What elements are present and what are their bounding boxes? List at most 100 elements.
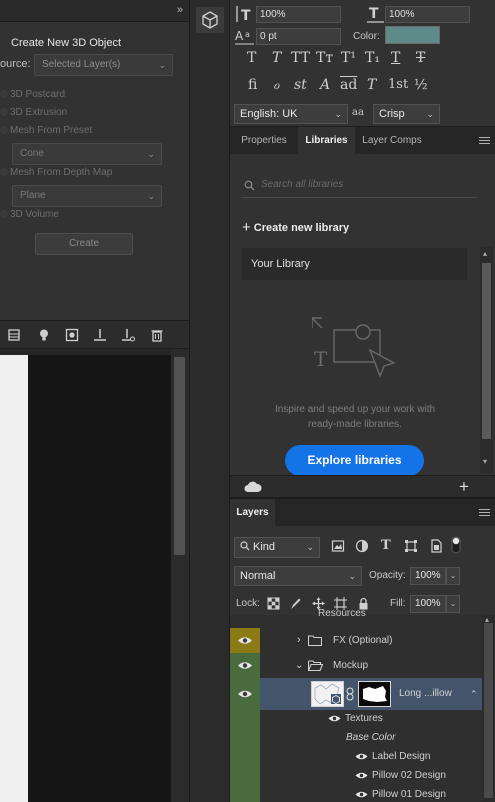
adjustment-layer-filter-icon[interactable] <box>355 539 369 553</box>
underline-button[interactable]: T <box>391 50 400 66</box>
old-style-button[interactable]: ℴ <box>273 77 279 93</box>
layer-row-mockup[interactable]: ⌄ Mockup <box>260 653 482 678</box>
tab-layer-comps[interactable]: Layer Comps <box>355 127 429 154</box>
eye-icon[interactable] <box>355 752 368 761</box>
effects-row-textures[interactable]: Textures <box>260 709 482 728</box>
eye-icon[interactable] <box>355 771 368 780</box>
effects-row-pillow-01[interactable]: Pillow 01 Design <box>260 785 482 802</box>
drop-to-plane-icon[interactable] <box>93 328 107 342</box>
effects-collapse-icon[interactable]: ⌃ <box>470 678 478 710</box>
layer-row-fx-optional[interactable]: › FX (Optional) <box>260 628 482 653</box>
all-caps-button[interactable]: TT <box>291 50 310 66</box>
layer-list[interactable]: Resources › FX (Optional) ⌄ Mockup Long … <box>230 608 495 802</box>
source-dropdown[interactable]: Selected Layer(s) ⌄ <box>34 54 173 76</box>
option-3d-extrusion[interactable]: 3D Extrusion <box>0 107 67 118</box>
layer-row-long-pillow[interactable]: Long ...illow ⌃ <box>260 678 482 710</box>
effects-row-label-design[interactable]: Label Design <box>260 747 482 766</box>
blend-mode-select[interactable]: Normal ⌄ <box>234 566 362 586</box>
canvas-vertical-scrollbar[interactable] <box>171 349 189 802</box>
add-content-icon[interactable]: + <box>459 477 469 497</box>
explore-libraries-button[interactable]: Explore libraries <box>285 445 424 476</box>
depth-map-dropdown[interactable]: Plane ⌄ <box>12 185 162 207</box>
titling-alternates-button[interactable]: T <box>367 77 376 93</box>
eye-column-effects <box>230 710 260 802</box>
scrollbar-thumb[interactable] <box>484 623 493 798</box>
libraries-panel: Properties Libraries Layer Comps Search … <box>230 127 495 497</box>
filter-kind-select[interactable]: Kind ⌄ <box>234 537 320 558</box>
cloud-icon[interactable] <box>244 481 262 493</box>
scroll-down-icon[interactable]: ▾ <box>483 457 487 466</box>
library-item[interactable]: Your Library <box>242 248 467 280</box>
shape-layer-filter-icon[interactable] <box>404 539 418 553</box>
text-color-swatch[interactable] <box>385 26 440 44</box>
create-button[interactable]: Create <box>35 233 133 255</box>
effects-row-base-color[interactable]: Base Color <box>260 728 482 747</box>
chevron-right-icon[interactable]: › <box>297 628 301 653</box>
mask-link-icon[interactable] <box>346 687 354 701</box>
strikethrough-button[interactable]: T <box>416 50 425 66</box>
ligatures-button[interactable]: fi <box>248 77 257 93</box>
panel-menu-icon[interactable] <box>479 509 490 518</box>
eye-icon[interactable] <box>355 790 368 799</box>
panel-menu-icon[interactable] <box>479 137 490 146</box>
vertical-scale-field[interactable]: 100% <box>256 6 341 23</box>
ordinals-button[interactable]: 1st <box>388 77 408 92</box>
layer-row-partial[interactable]: Resources <box>260 601 482 626</box>
language-select[interactable]: English: UK ⌄ <box>234 104 348 124</box>
swash-button[interactable]: A <box>320 77 330 93</box>
faux-italic-button[interactable]: T <box>272 50 281 66</box>
add-light-icon[interactable] <box>121 328 135 342</box>
opacity-chevron-icon[interactable]: ⌄ <box>446 567 460 585</box>
subscript-button[interactable]: T₁ <box>365 50 380 66</box>
layer-mask-thumbnail[interactable] <box>358 681 391 707</box>
superscript-button[interactable]: T¹ <box>341 50 356 66</box>
visibility-toggle[interactable] <box>230 653 260 678</box>
horizontal-scale-field[interactable]: 100% <box>385 6 470 23</box>
effects-row-pillow-02[interactable]: Pillow 02 Design <box>260 766 482 785</box>
font-style-buttons: T T TT Tт T¹ T₁ T T <box>230 50 495 70</box>
small-caps-button[interactable]: Tт <box>316 50 333 66</box>
smart-object-filter-icon[interactable] <box>429 539 443 553</box>
chevron-down-icon[interactable]: ⌄ <box>295 653 303 678</box>
tab-libraries[interactable]: Libraries <box>298 127 355 154</box>
pixel-layer-filter-icon[interactable] <box>331 539 345 553</box>
faux-bold-button[interactable]: T <box>247 50 256 66</box>
filter-scene-icon[interactable] <box>7 328 21 342</box>
option-mesh-from-depth-map[interactable]: Mesh From Depth Map <box>0 167 112 178</box>
3d-panel-button[interactable] <box>196 7 224 33</box>
layer-name: Pillow 01 Design <box>372 789 446 800</box>
option-3d-volume[interactable]: 3D Volume <box>0 209 59 220</box>
search-icon <box>244 180 255 191</box>
discretionary-ligatures-button[interactable]: st <box>294 77 307 93</box>
option-mesh-from-preset[interactable]: Mesh From Preset <box>0 125 92 136</box>
baseline-shift-field[interactable]: 0 pt <box>256 28 341 45</box>
source-dropdown-value: Selected Layer(s) <box>42 59 121 70</box>
anti-alias-select[interactable]: Crisp ⌄ <box>373 104 440 124</box>
scroll-up-icon[interactable]: ▴ <box>483 249 487 258</box>
scrollbar-thumb[interactable] <box>482 263 491 439</box>
library-search-input[interactable]: Search all libraries <box>241 174 477 198</box>
libraries-tabbar: Properties Libraries Layer Comps <box>230 127 495 154</box>
tab-layers[interactable]: Layers <box>230 499 275 526</box>
layers-scrollbar[interactable]: ▴ <box>482 615 495 802</box>
document-canvas[interactable] <box>0 349 189 802</box>
scrollbar-thumb[interactable] <box>174 357 185 555</box>
tab-properties[interactable]: Properties <box>230 127 298 154</box>
render-icon[interactable] <box>65 328 79 342</box>
opacity-field[interactable]: 100% <box>410 567 446 585</box>
trash-icon[interactable] <box>150 328 164 342</box>
create-new-library-button[interactable]: + Create new library <box>242 219 349 236</box>
filter-toggle-icon[interactable] <box>451 536 461 554</box>
visibility-toggle[interactable] <box>230 678 260 710</box>
light-bulb-icon[interactable] <box>37 328 51 342</box>
collapse-panel-icon[interactable]: » <box>177 4 183 16</box>
option-3d-postcard[interactable]: 3D Postcard <box>0 89 65 100</box>
libraries-scrollbar[interactable]: ▴ ▾ <box>480 247 493 473</box>
stylistic-alternates-button[interactable]: ad <box>340 77 357 93</box>
fractions-button[interactable]: ½ <box>414 77 428 93</box>
preset-dropdown[interactable]: Cone ⌄ <box>12 143 162 165</box>
visibility-toggle[interactable] <box>230 628 260 653</box>
layers-tabbar: Layers <box>230 499 495 526</box>
type-layer-filter-icon[interactable]: T <box>381 539 395 553</box>
eye-icon[interactable] <box>328 714 341 723</box>
